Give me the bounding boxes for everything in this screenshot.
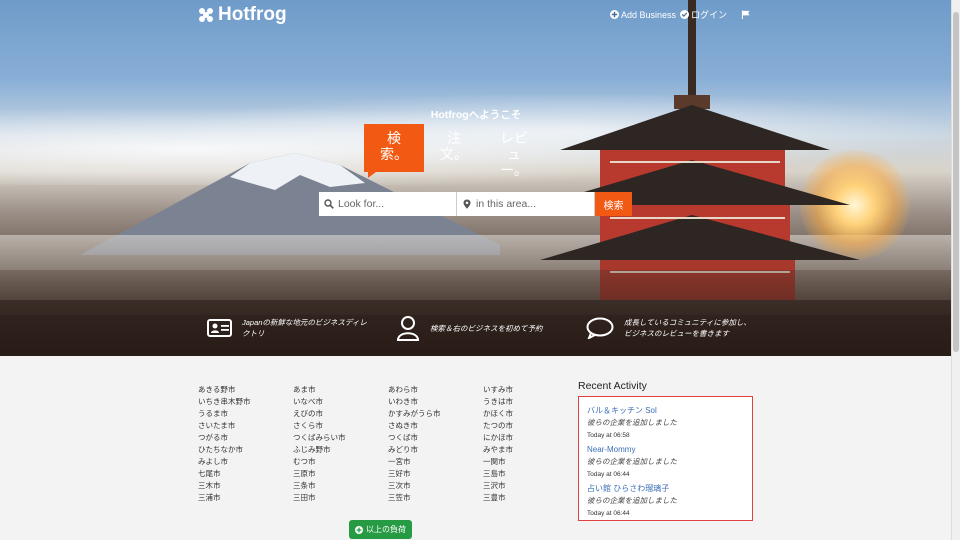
city-link[interactable]: かすみがうら市 (388, 408, 483, 420)
city-link[interactable]: 三豊市 (483, 492, 578, 504)
city-link[interactable]: ひたちなか市 (198, 444, 293, 456)
city-link[interactable]: 三島市 (483, 468, 578, 480)
city-link[interactable]: つくばみらい市 (293, 432, 388, 444)
features-strip: Japanの新鮮な地元のビジネスディレクトリ 検索＆右のビジネスを初めて予約 成… (0, 300, 952, 356)
city-link[interactable]: 三木市 (198, 480, 293, 492)
activity-business-link[interactable]: 占い館 ひらさわ瑠璃子 (587, 483, 744, 495)
activity-item: バル＆キッチン Sol 彼らの企業を追加しました Today at 06:58 (587, 405, 744, 442)
page-scrollbar[interactable] (951, 0, 960, 540)
city-link[interactable]: うるま市 (198, 408, 293, 420)
pagoda-image (540, 0, 860, 300)
where-field (457, 192, 595, 216)
city-link[interactable]: いちき串木野市 (198, 396, 293, 408)
tab-review[interactable]: レビュー。 (484, 124, 544, 178)
city-link[interactable]: いなべ市 (293, 396, 388, 408)
city-column-3: あわら市 いわき市 かすみがうら市 さぬき市 つくば市 みどり市 一宮市 三好市… (388, 384, 483, 504)
city-link[interactable]: 一宮市 (388, 456, 483, 468)
where-input[interactable] (476, 198, 586, 210)
city-link[interactable]: みやま市 (483, 444, 578, 456)
city-link[interactable]: 三条市 (293, 480, 388, 492)
recent-activity-box: バル＆キッチン Sol 彼らの企業を追加しました Today at 06:58 … (578, 396, 753, 521)
activity-text: 彼らの企業を追加しました (587, 418, 677, 427)
plus-circle-icon (355, 525, 363, 534)
feature-booking: 検索＆右のビジネスを初めて予約 (396, 300, 566, 356)
id-card-icon (207, 319, 232, 337)
city-column-2: あま市 いなべ市 えびの市 さくら市 つくばみらい市 ふじみ野市 むつ市 三原市… (293, 384, 388, 504)
city-link[interactable]: あま市 (293, 384, 388, 396)
city-link[interactable]: さいたま市 (198, 420, 293, 432)
city-link[interactable]: いわき市 (388, 396, 483, 408)
city-link[interactable]: 三次市 (388, 480, 483, 492)
user-icon (396, 316, 420, 341)
city-link[interactable]: むつ市 (293, 456, 388, 468)
login-link[interactable]: ログイン (679, 8, 727, 21)
city-link[interactable]: かほく市 (483, 408, 578, 420)
activity-time: Today at 06:44 (587, 471, 630, 478)
chat-bubble-icon (586, 317, 614, 339)
city-list: あきる野市 いちき串木野市 うるま市 さいたま市 つがる市 ひたちなか市 みよし… (198, 384, 578, 504)
city-link[interactable]: 三沢市 (483, 480, 578, 492)
tab-search[interactable]: 検索。 (364, 124, 424, 178)
city-link[interactable]: さくら市 (293, 420, 388, 432)
welcome-heading: Hotfrogへようこそ (430, 109, 522, 121)
city-link[interactable]: たつの市 (483, 420, 578, 432)
what-field (319, 192, 457, 216)
city-link[interactable]: あわら市 (388, 384, 483, 396)
hotfrog-logo[interactable]: Hotfrog (198, 4, 287, 26)
activity-text: 彼らの企業を追加しました (587, 457, 677, 466)
what-input[interactable] (338, 198, 448, 210)
city-link[interactable]: 三浦市 (198, 492, 293, 504)
activity-time: Today at 06:58 (587, 432, 630, 439)
city-link[interactable]: 三田市 (293, 492, 388, 504)
activity-time: Today at 06:44 (587, 510, 630, 517)
activity-text: 彼らの企業を追加しました (587, 496, 677, 505)
city-link[interactable]: つがる市 (198, 432, 293, 444)
search-bar: 検索 (319, 192, 632, 216)
city-link[interactable]: みよし市 (198, 456, 293, 468)
city-link[interactable]: あきる野市 (198, 384, 293, 396)
feature-community: 成長しているコミュニティに参加し、ビジネスのレビューを書きます (586, 300, 761, 356)
activity-business-link[interactable]: Near-Mommy (587, 444, 744, 456)
map-pin-icon (463, 199, 471, 209)
mode-tabs: 検索。 注文。 レビュー。 (364, 124, 544, 178)
city-link[interactable]: いすみ市 (483, 384, 578, 396)
activity-business-link[interactable]: バル＆キッチン Sol (587, 405, 744, 417)
top-navigation: Add Business ログイン (609, 8, 750, 21)
city-column-4: いすみ市 うきは市 かほく市 たつの市 にかほ市 みやま市 一関市 三島市 三沢… (483, 384, 578, 504)
city-link[interactable]: 三笠市 (388, 492, 483, 504)
add-business-link[interactable]: Add Business (609, 10, 676, 20)
city-link[interactable]: にかほ市 (483, 432, 578, 444)
flag-icon (741, 10, 750, 19)
check-circle-icon (679, 10, 689, 19)
recent-activity-title: Recent Activity (578, 380, 647, 392)
feature-directory: Japanの新鮮な地元のビジネスディレクトリ (207, 300, 377, 356)
city-link[interactable]: みどり市 (388, 444, 483, 456)
city-link[interactable]: 三原市 (293, 468, 388, 480)
city-column-1: あきる野市 いちき串木野市 うるま市 さいたま市 つがる市 ひたちなか市 みよし… (198, 384, 293, 504)
search-button[interactable]: 検索 (595, 192, 632, 216)
logo-text: Hotfrog (218, 4, 287, 25)
tab-order[interactable]: 注文。 (424, 124, 484, 172)
city-link[interactable]: 一関市 (483, 456, 578, 468)
city-link[interactable]: えびの市 (293, 408, 388, 420)
city-link[interactable]: さぬき市 (388, 420, 483, 432)
hero-banner: Hotfrog Add Business ログイン Hotfrogへようこそ 検… (0, 0, 952, 356)
scrollbar-thumb[interactable] (953, 12, 959, 352)
load-more-button[interactable]: 以上の負荷 (349, 520, 412, 539)
city-link[interactable]: 三好市 (388, 468, 483, 480)
activity-item: Near-Mommy 彼らの企業を追加しました Today at 06:44 (587, 444, 744, 481)
plus-circle-icon (609, 10, 619, 19)
city-link[interactable]: うきは市 (483, 396, 578, 408)
city-link[interactable]: つくば市 (388, 432, 483, 444)
frog-paw-icon (199, 8, 213, 22)
city-link[interactable]: 七尾市 (198, 468, 293, 480)
language-flag-button[interactable] (741, 10, 750, 19)
activity-item: 占い館 ひらさわ瑠璃子 彼らの企業を追加しました Today at 06:44 (587, 483, 744, 520)
city-link[interactable]: ふじみ野市 (293, 444, 388, 456)
search-icon (324, 199, 334, 209)
